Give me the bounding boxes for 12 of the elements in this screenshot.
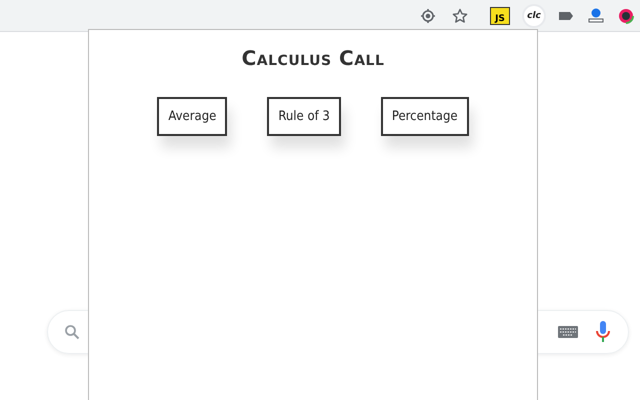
- color-ring-icon[interactable]: [618, 8, 634, 24]
- location-icon[interactable]: [420, 8, 436, 24]
- popup-title: Calculus Call: [242, 46, 384, 70]
- calc-button[interactable]: Percentage: [380, 97, 469, 136]
- search-icon: [64, 324, 80, 340]
- keyboard-icon[interactable]: [558, 326, 578, 338]
- star-icon[interactable]: [452, 8, 468, 24]
- js-extension-icon[interactable]: JS: [490, 6, 510, 24]
- microphone-icon[interactable]: [596, 321, 610, 343]
- calc-button[interactable]: Rule of 3: [267, 97, 341, 136]
- calculator-extension-icon[interactable]: clc: [524, 6, 544, 26]
- calc-button[interactable]: Average: [157, 97, 228, 136]
